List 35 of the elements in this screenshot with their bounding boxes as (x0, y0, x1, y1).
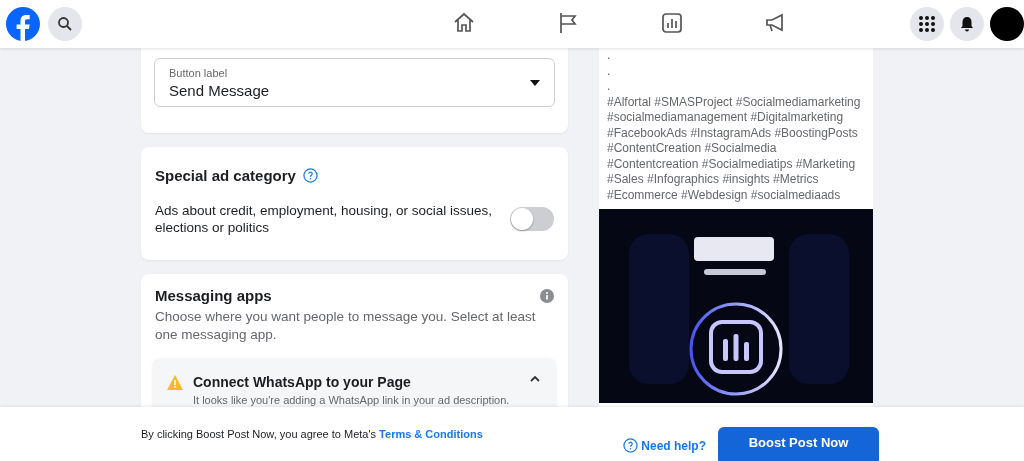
section-title: Special ad category (155, 167, 296, 184)
post-text-line: . (607, 63, 611, 79)
field-label: Button label (169, 66, 229, 79)
help-icon (623, 438, 639, 453)
help-icon[interactable] (302, 168, 318, 183)
menu-button[interactable] (910, 7, 944, 41)
agreement-text: By clicking Boost Post Now, you agree to Meta's Terms & Conditions (141, 428, 483, 440)
grid-icon (918, 15, 936, 33)
hashtags: #Alfortal #SMASProject #Socialmediamarketing #socialmediamanagement #Digitalmarketing #FacebookAds #InstagramAds #BoostingPosts #ContentCreation #Socialmedia #Contentcreation #Socialmediatips #Marketing #Sales #Infographics #insights #Metrics #Ecommerce #Webdesign #socialmediaads (607, 94, 862, 203)
notifications-button[interactable] (950, 7, 984, 41)
section-title: Messaging apps (155, 287, 272, 304)
terms-link[interactable]: Terms & Conditions (379, 428, 483, 440)
avatar[interactable] (990, 7, 1024, 41)
toggle-switch[interactable] (510, 207, 554, 231)
section-description: Choose where you want people to message you. Select at least one messaging app. (155, 308, 537, 344)
bell-icon (959, 16, 975, 32)
warning-icon (167, 375, 183, 390)
post-text-line: . (607, 48, 611, 64)
home-icon (452, 10, 476, 35)
search-icon (57, 16, 73, 32)
button-label-dropdown[interactable]: Button label Send Message (154, 58, 555, 107)
toggle-label: Ads about credit, employment, housing, or social issues, elections or politics (155, 202, 493, 236)
chevron-icon (530, 376, 540, 382)
notice-title: Connect WhatsApp to your Page (193, 374, 412, 390)
notice-text: It looks like you're adding a WhatsApp link in your ad description. (193, 394, 511, 406)
caret-icon (530, 79, 540, 86)
logo-icon[interactable] (6, 7, 40, 41)
help-link[interactable]: Need help? (623, 438, 706, 453)
field-value: Send Message (169, 81, 270, 99)
boost-post-button[interactable]: Boost Post Now (718, 426, 879, 461)
search-button[interactable] (48, 7, 82, 41)
bar-chart-icon (660, 10, 684, 35)
info-icon[interactable] (540, 288, 554, 303)
collapse-button[interactable] (528, 374, 542, 384)
post-text-line: . (607, 79, 611, 95)
